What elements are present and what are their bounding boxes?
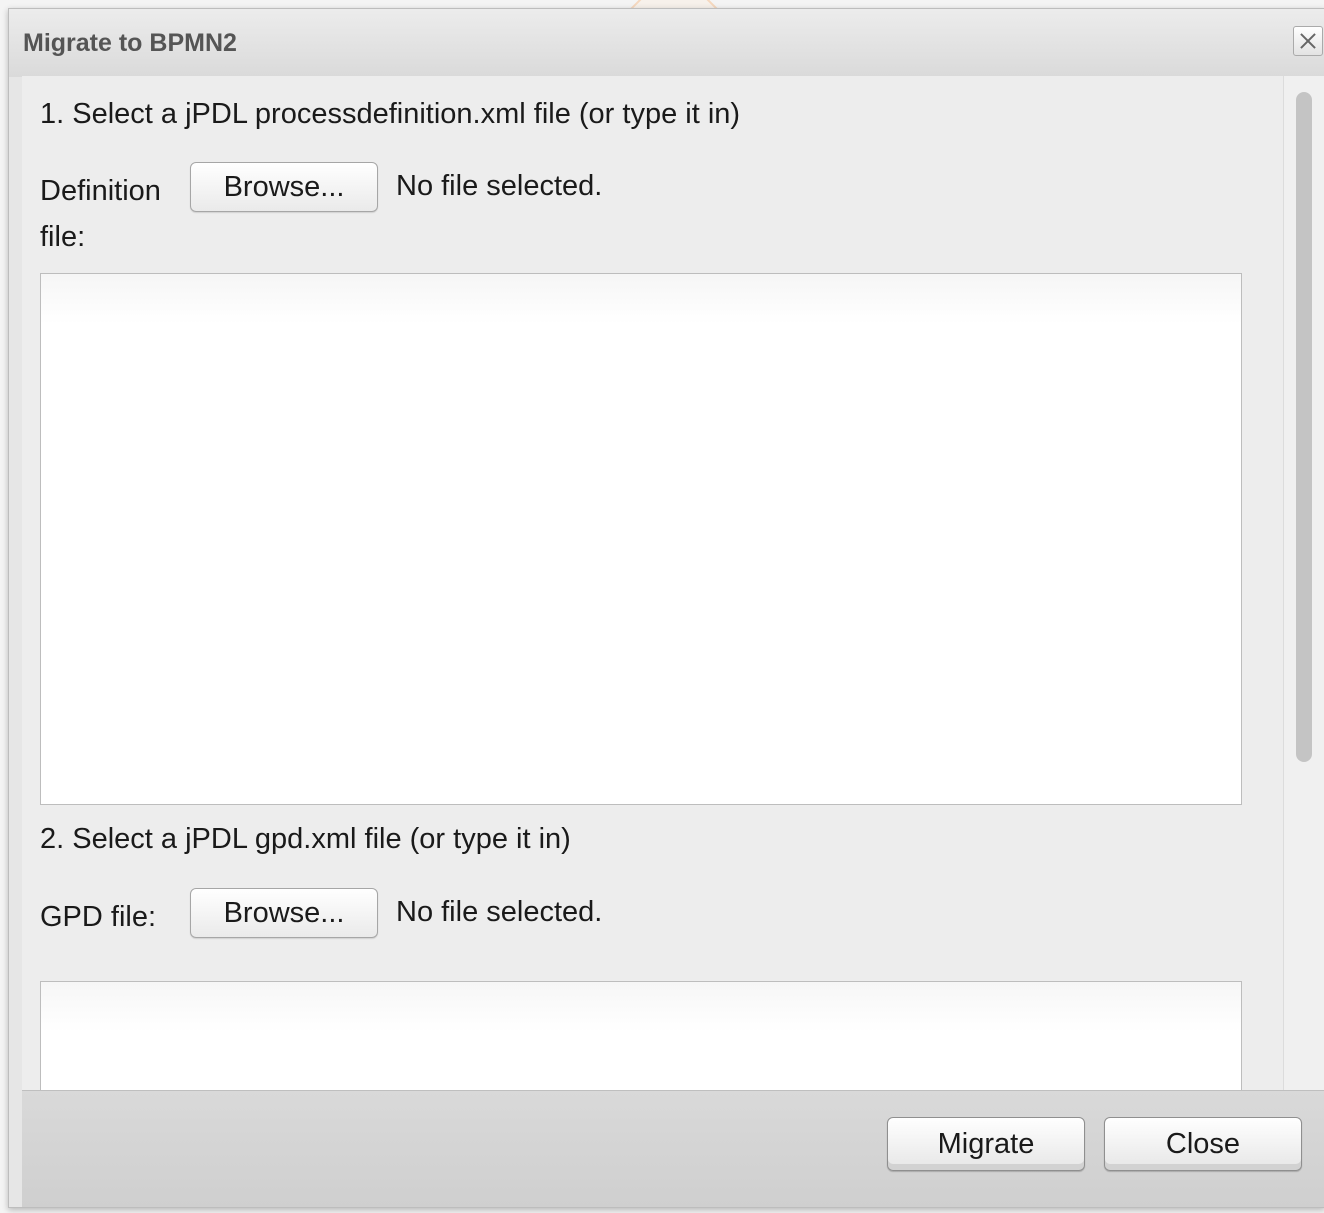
- dialog-footer: Migrate Close: [22, 1090, 1324, 1207]
- content-scrollbar[interactable]: [1283, 76, 1324, 1090]
- definition-textarea[interactable]: [40, 273, 1242, 805]
- dialog-content: 1. Select a jPDL processdefinition.xml f…: [22, 76, 1324, 1090]
- step2-heading: 2. Select a jPDL gpd.xml file (or type i…: [40, 823, 571, 855]
- migrate-button[interactable]: Migrate: [887, 1117, 1085, 1171]
- gpd-file-label: GPD file:: [40, 901, 157, 933]
- close-icon[interactable]: [1293, 26, 1323, 56]
- definition-browse-button[interactable]: Browse...: [190, 162, 378, 212]
- scrollbar-thumb[interactable]: [1296, 92, 1312, 762]
- definition-file-label: Definition file:: [40, 175, 161, 253]
- definition-file-status: No file selected.: [396, 170, 603, 202]
- gpd-browse-button[interactable]: Browse...: [190, 888, 378, 938]
- dialog-title: Migrate to BPMN2: [23, 29, 237, 57]
- gpd-file-status: No file selected.: [396, 896, 603, 928]
- close-button[interactable]: Close: [1104, 1117, 1302, 1171]
- gpd-textarea[interactable]: [40, 981, 1242, 1090]
- dialog-titlebar[interactable]: Migrate to BPMN2: [9, 9, 1324, 77]
- step1-heading: 1. Select a jPDL processdefinition.xml f…: [40, 98, 741, 130]
- dialog-form: 1. Select a jPDL processdefinition.xml f…: [22, 76, 1284, 1090]
